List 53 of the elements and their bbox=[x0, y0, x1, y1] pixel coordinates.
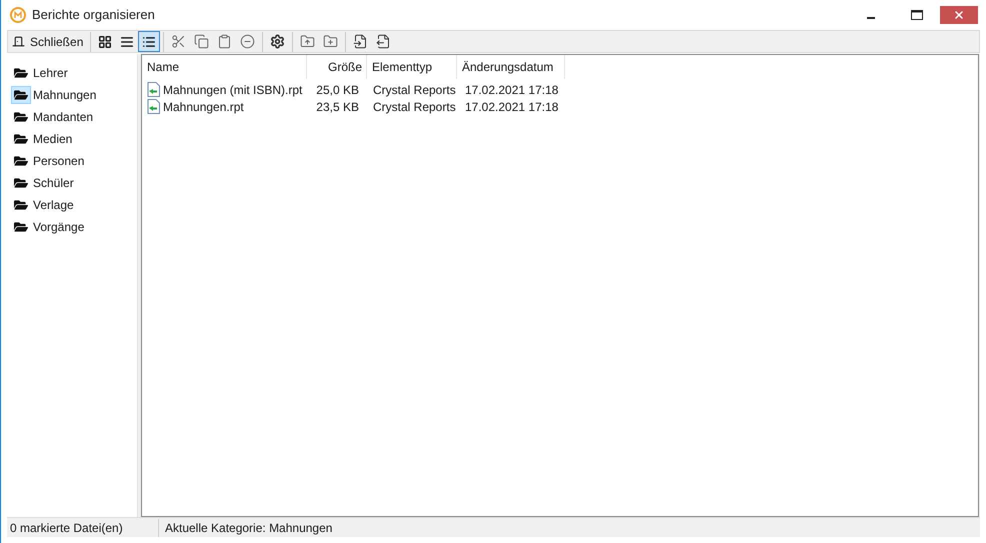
app-logo-icon bbox=[10, 7, 26, 23]
folder-icon bbox=[14, 110, 28, 124]
category-item[interactable]: Medien bbox=[7, 128, 137, 150]
folder-icon bbox=[14, 176, 28, 190]
table-cell-text: Crystal Reports bbox=[372, 98, 457, 116]
table-cell-text: Crystal Reports bbox=[372, 82, 457, 98]
report-file-icon bbox=[147, 82, 160, 97]
minus-circle-icon bbox=[240, 34, 256, 49]
report-file-icon bbox=[147, 99, 160, 114]
category-item[interactable]: Mahnungen bbox=[7, 84, 137, 106]
door-icon bbox=[12, 35, 25, 48]
close-app-button[interactable]: Schließen bbox=[8, 31, 88, 52]
column-header[interactable]: Name bbox=[142, 55, 307, 79]
details-view-button[interactable] bbox=[138, 31, 160, 52]
table-cell[interactable]: Mahnungen (mit ISBN).rpt bbox=[163, 80, 302, 98]
current-category: Aktuelle Kategorie: Mahnungen bbox=[164, 520, 332, 536]
file-export-icon bbox=[376, 34, 392, 49]
column-header[interactable]: Elementtyp bbox=[367, 55, 457, 79]
copy-icon bbox=[194, 34, 210, 49]
folder-icon bbox=[14, 132, 28, 146]
gear-icon bbox=[270, 34, 286, 49]
table-cell-text: 23,5 KB bbox=[315, 98, 360, 116]
folder-icon bbox=[14, 220, 28, 234]
column-header[interactable]: Größe bbox=[307, 55, 367, 79]
table-cell-text: 25,0 KB bbox=[315, 82, 360, 98]
close-button[interactable] bbox=[940, 6, 978, 24]
table-cell-text: 17.02.2021 17:18 bbox=[464, 82, 560, 98]
folder-upload-icon bbox=[300, 34, 316, 49]
list-view-icon bbox=[120, 34, 134, 48]
category-item[interactable]: Schüler bbox=[7, 172, 137, 194]
category-item[interactable]: Personen bbox=[7, 150, 137, 172]
category-item[interactable]: Vorgänge bbox=[7, 216, 137, 238]
file-import-icon bbox=[353, 34, 368, 49]
category-item[interactable]: Mandanten bbox=[7, 106, 137, 128]
category-item[interactable]: Lehrer bbox=[7, 62, 137, 84]
minimize-icon bbox=[867, 17, 875, 19]
column-header[interactable]: Änderungsdatum bbox=[457, 55, 565, 79]
details-view-icon bbox=[142, 34, 156, 48]
folder-icon bbox=[14, 66, 28, 80]
maximize-icon bbox=[911, 10, 923, 20]
folder-icon bbox=[14, 154, 28, 168]
clipboard-icon bbox=[217, 34, 232, 49]
selection-count: 0 markierte Datei(en) bbox=[7, 518, 159, 536]
folder-icon bbox=[14, 88, 28, 102]
window-title: Berichte organisieren bbox=[32, 6, 155, 24]
folder-icon bbox=[14, 198, 28, 212]
table-cell[interactable]: Mahnungen.rpt bbox=[163, 98, 244, 116]
cut-icon bbox=[171, 34, 186, 49]
category-item[interactable]: Verlage bbox=[7, 194, 137, 216]
grid-view-icon bbox=[98, 34, 112, 48]
table-cell-text: 17.02.2021 17:18 bbox=[464, 98, 560, 116]
close-icon bbox=[953, 9, 965, 21]
folder-plus-icon bbox=[323, 34, 338, 49]
